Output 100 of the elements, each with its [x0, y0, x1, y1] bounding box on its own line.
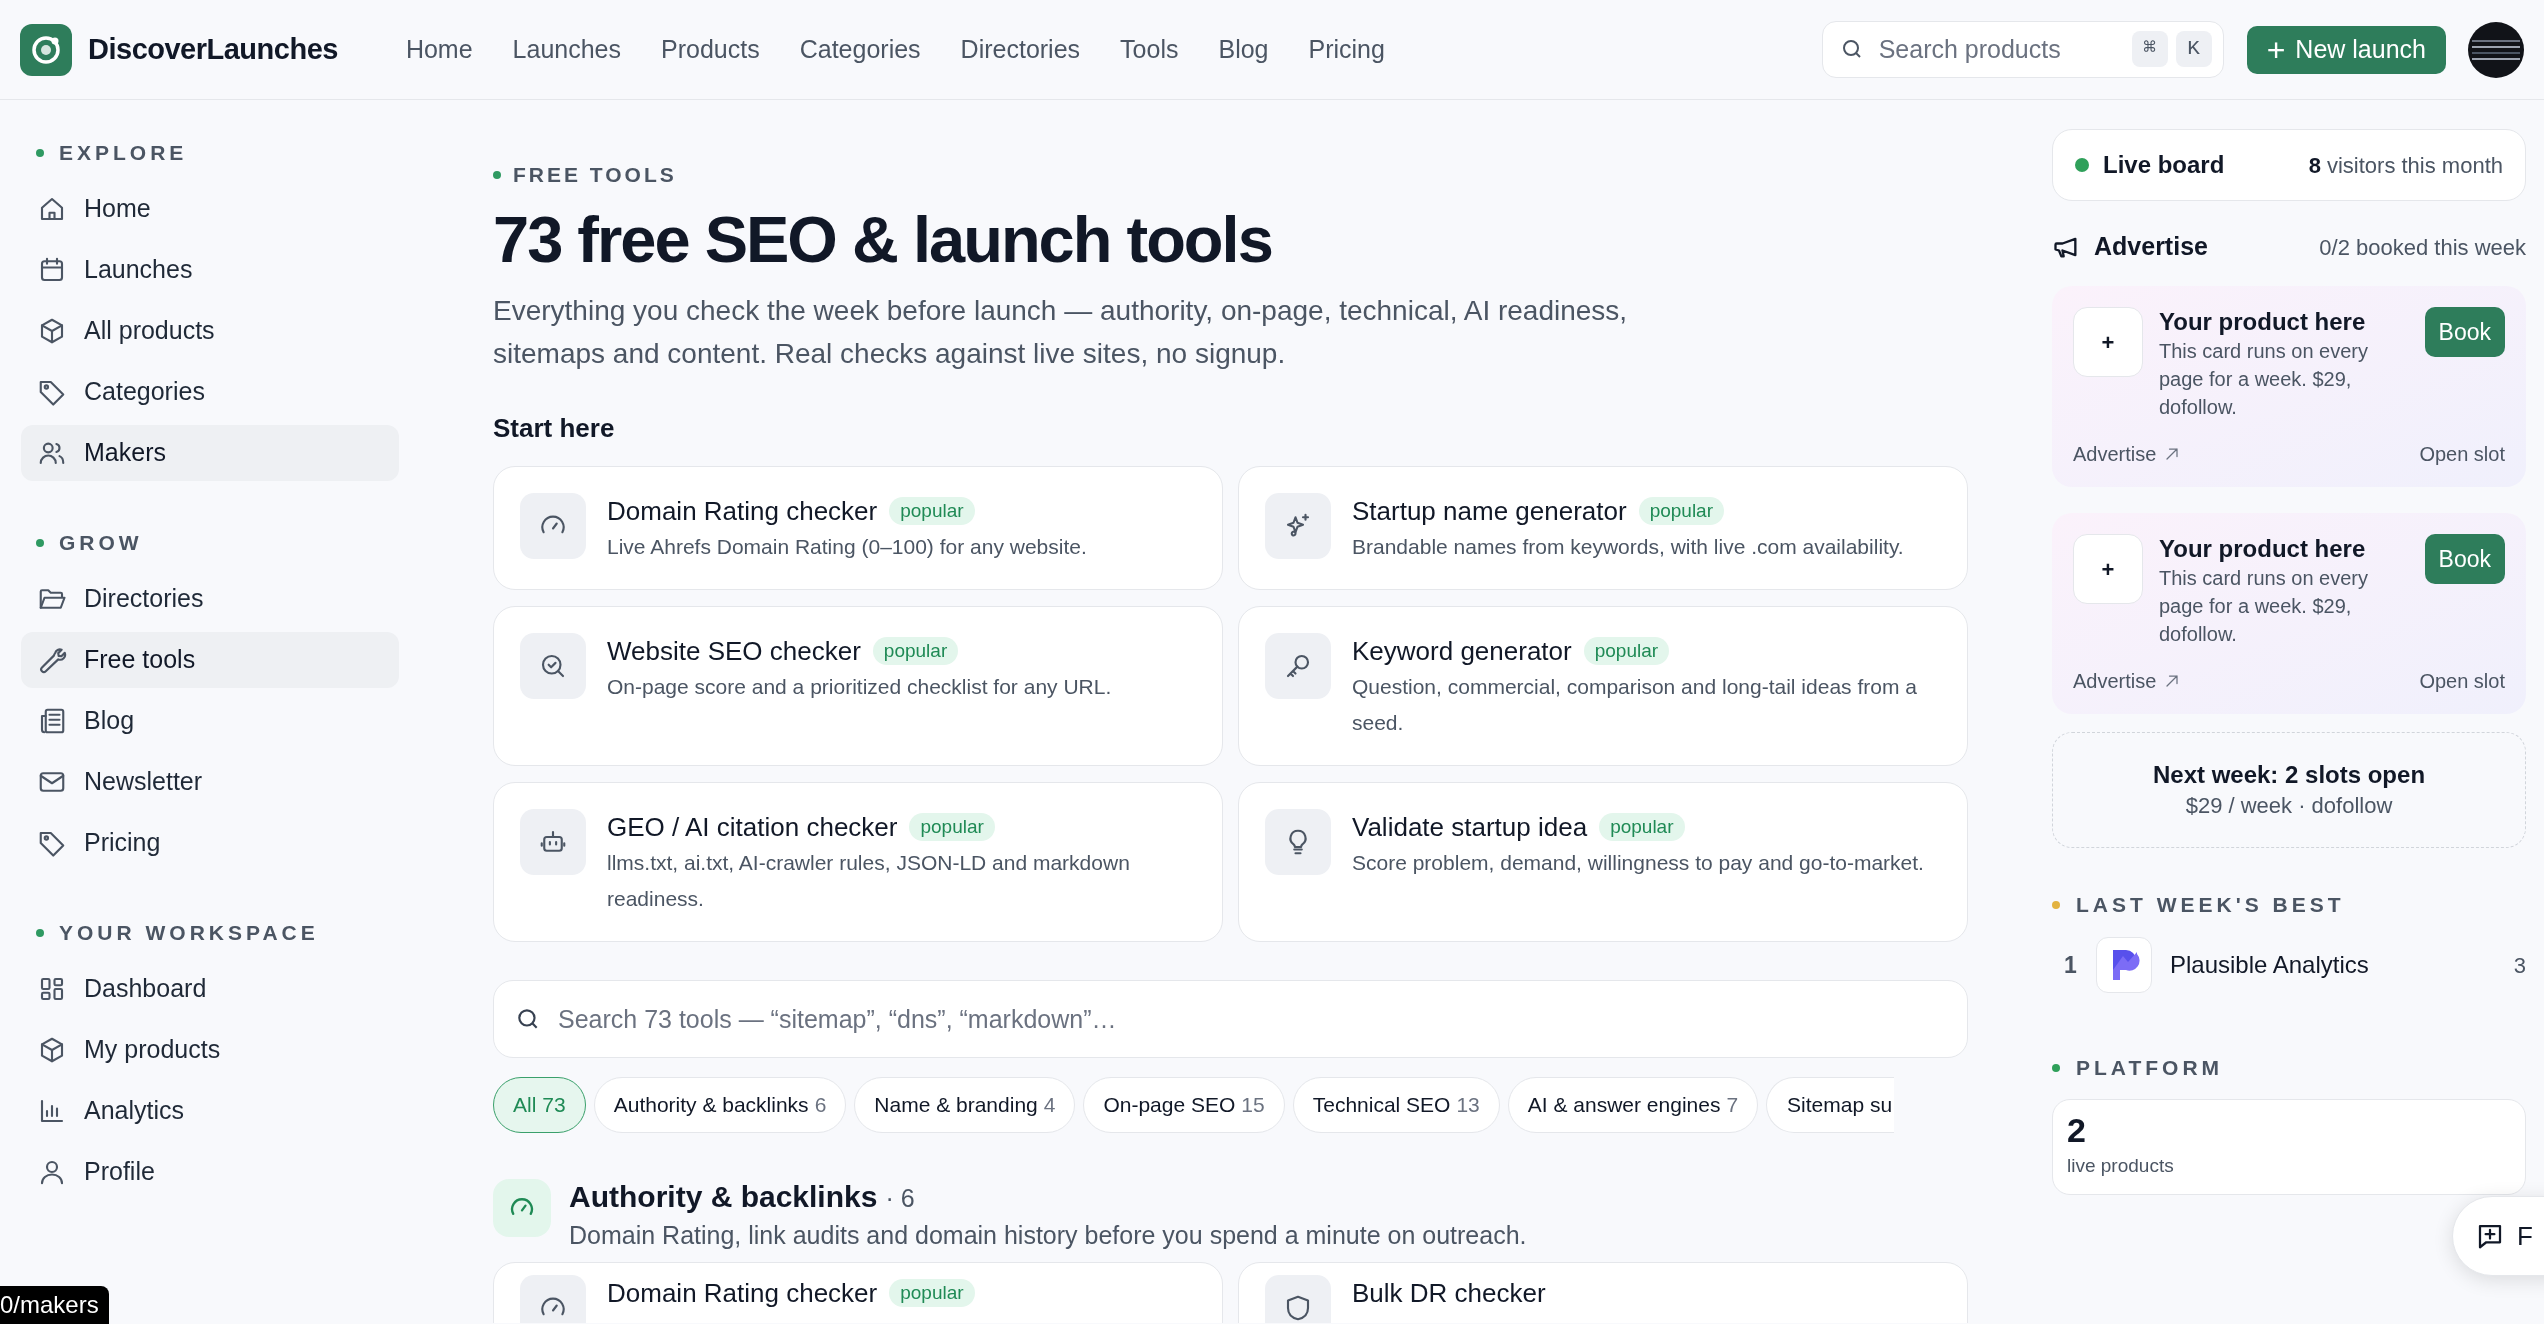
- stat-value: 2: [2067, 1110, 2087, 1151]
- stat-label: live products: [2067, 1154, 2175, 1178]
- tool-title: Startup name generator: [1352, 495, 1627, 527]
- ad-title: Your product here: [2159, 307, 2367, 337]
- section-heading: EXPLORE: [59, 140, 188, 167]
- slot-status: Open slot: [2419, 442, 2505, 467]
- page-intro: Everything you check the week before launch — authority, on-page, technical, AI readiness, sitemaps and content. Real checks against live sites, no signup.: [493, 294, 1629, 371]
- nav-link[interactable]: Pricing: [1308, 30, 1385, 69]
- tool-description: Brandable names from keywords, with live .com availability.: [1352, 534, 1904, 560]
- tool-title: Keyword generator: [1352, 635, 1572, 667]
- product-logo: [2096, 937, 2152, 993]
- tool-title: Domain Rating checker: [607, 1276, 878, 1309]
- popular-badge: popular: [1638, 497, 1724, 525]
- tool-card[interactable]: GEO / AI citation checker popular llms.txt, ai.txt, AI-crawler rules, JSON-LD and markdown readiness.: [493, 782, 1223, 942]
- section-heading: PLATFORM: [2076, 1055, 2224, 1082]
- tool-description: On-page score and a prioritized checklist for any URL.: [607, 674, 1112, 700]
- tool-search-field[interactable]: Search 73 tools — “sitemap”, “dns”, “markdown”…: [493, 980, 1968, 1058]
- advertise-heading: Advertise: [2094, 231, 2208, 263]
- popular-badge: popular: [889, 497, 975, 525]
- nav-link[interactable]: Directories: [960, 30, 1081, 69]
- book-button[interactable]: Book: [2424, 534, 2505, 584]
- tool-card[interactable]: Validate startup idea popular Score problem, demand, willingness to pay and go-to-market.: [1238, 782, 1968, 942]
- ad-description: This card runs on every page for a week. $29, dofollow.: [2159, 566, 2369, 647]
- book-button[interactable]: Book: [2424, 307, 2505, 357]
- tool-description: Live Ahrefs Domain Rating (0–100) for any website.: [607, 534, 1087, 560]
- category-title: Authority & backlinks: [569, 1179, 878, 1215]
- brand-name[interactable]: DiscoverLaunches: [88, 27, 338, 72]
- filter-chip[interactable]: AI & answer engines 7: [1507, 1077, 1759, 1133]
- add-product-tile[interactable]: +: [2073, 307, 2143, 377]
- tool-card[interactable]: Bulk DR checker: [1238, 1261, 1968, 1323]
- nav-link[interactable]: Categories: [799, 30, 921, 69]
- section-heading: YOUR WORKSPACE: [59, 920, 319, 947]
- popular-badge: popular: [1583, 637, 1670, 665]
- filter-chip[interactable]: Technical SEO 13: [1292, 1077, 1500, 1133]
- category-description: Domain Rating, link audits and domain history before you spend a minute on outreach.: [569, 1219, 1527, 1251]
- tool-card[interactable]: Keyword generator popular Question, commercial, comparison and long-tail ideas from a seed.: [1238, 606, 1968, 766]
- slot-status: Open slot: [2419, 669, 2505, 694]
- tool-description: Question, commercial, comparison and long-tail ideas from a seed.: [1352, 674, 1918, 736]
- sidebar-item[interactable]: Home: [21, 181, 399, 237]
- wrench-icon: [37, 645, 67, 675]
- new-launch-button[interactable]: + New launch: [2246, 25, 2446, 74]
- sidebar-item[interactable]: All products: [21, 303, 399, 359]
- tool-title: Domain Rating checker: [607, 495, 878, 527]
- tool-card[interactable]: Domain Rating checker popular Live Ahrefs Domain Rating (0–100) for any website.: [493, 466, 1223, 590]
- sidebar-item[interactable]: Launches: [21, 242, 399, 298]
- tool-card[interactable]: Website SEO checker popular On-page score and a prioritized checklist for any URL.: [493, 606, 1223, 766]
- logo-icon[interactable]: [20, 23, 72, 76]
- section-heading: GROW: [59, 530, 143, 557]
- visitor-count: 8 visitors this month: [2308, 151, 2503, 180]
- nav-link[interactable]: Tools: [1120, 30, 1179, 69]
- add-product-tile[interactable]: +: [2073, 534, 2143, 604]
- tool-title: Website SEO checker: [607, 635, 861, 667]
- popular-badge: popular: [909, 813, 995, 841]
- url-tooltip: 0/makers: [0, 1286, 109, 1324]
- shortcut-key: K: [2175, 31, 2212, 67]
- filter-chip[interactable]: Sitemap su: [1766, 1077, 1895, 1133]
- live-board-label: Live board: [2103, 150, 2225, 180]
- sidebar-item[interactable]: Pricing: [21, 815, 399, 871]
- sidebar-item[interactable]: Analytics: [21, 1083, 399, 1139]
- booking-status: 0/2 booked this week: [2319, 233, 2526, 262]
- eyebrow-label: FREE TOOLS: [513, 162, 677, 189]
- plus-icon: +: [2266, 33, 2286, 66]
- sidebar-item[interactable]: Makers: [21, 425, 399, 481]
- advertise-link[interactable]: Advertise: [2073, 666, 2183, 696]
- page-title: 73 free SEO & launch tools: [493, 205, 1273, 275]
- vote-count: 3: [2513, 951, 2526, 980]
- popular-badge: popular: [872, 637, 959, 665]
- advertise-link[interactable]: Advertise: [2073, 439, 2183, 469]
- sidebar-item[interactable]: Blog: [21, 693, 399, 749]
- popular-badge: popular: [1599, 813, 1685, 841]
- sidebar-item[interactable]: Newsletter: [21, 754, 399, 810]
- tool-title: Validate startup idea: [1352, 811, 1588, 843]
- tool-card[interactable]: Startup name generator popular Brandable names from keywords, with live .com availability.: [1238, 466, 1968, 590]
- popular-badge: popular: [889, 1278, 975, 1307]
- sidebar-item[interactable]: Free tools: [21, 632, 399, 688]
- sidebar-item[interactable]: Profile: [21, 1144, 399, 1200]
- sidebar-item[interactable]: Directories: [21, 571, 399, 627]
- sidebar-item[interactable]: My products: [21, 1022, 399, 1078]
- nav-link[interactable]: Home: [405, 30, 473, 69]
- sidebar-item[interactable]: Categories: [21, 364, 399, 420]
- next-week-subtitle: $29 / week · dofollow: [2185, 792, 2393, 820]
- product-name: Plausible Analytics: [2170, 950, 2369, 980]
- tool-description: Score problem, demand, willingness to pay and go-to-market.: [1352, 850, 1924, 876]
- nav-link[interactable]: Launches: [512, 30, 621, 69]
- section-heading: LAST WEEK'S BEST: [2076, 892, 2345, 919]
- filter-chip[interactable]: On-page SEO 15: [1083, 1077, 1285, 1133]
- nav-link[interactable]: Blog: [1218, 30, 1269, 69]
- sidebar-item[interactable]: Dashboard: [21, 961, 399, 1017]
- feedback-button[interactable]: F: [2452, 1196, 2544, 1276]
- tool-card[interactable]: Domain Rating checker popular: [493, 1261, 1223, 1323]
- leaderboard-row[interactable]: 1 Plausible Analytics 3: [2052, 937, 2526, 993]
- rank-number: 1: [2064, 950, 2078, 980]
- nav-link[interactable]: Products: [661, 30, 760, 69]
- tool-title: Bulk DR checker: [1352, 1276, 1546, 1309]
- tool-title: GEO / AI citation checker: [607, 811, 898, 843]
- section-title: Start here: [493, 413, 616, 443]
- filter-chip[interactable]: All 73: [493, 1077, 586, 1133]
- filter-chip[interactable]: Authority & backlinks 6: [593, 1077, 847, 1133]
- tool-description: llms.txt, ai.txt, AI-crawler rules, JSON-LD and markdown readiness.: [607, 850, 1131, 912]
- filter-chip[interactable]: Name & branding 4: [854, 1077, 1076, 1133]
